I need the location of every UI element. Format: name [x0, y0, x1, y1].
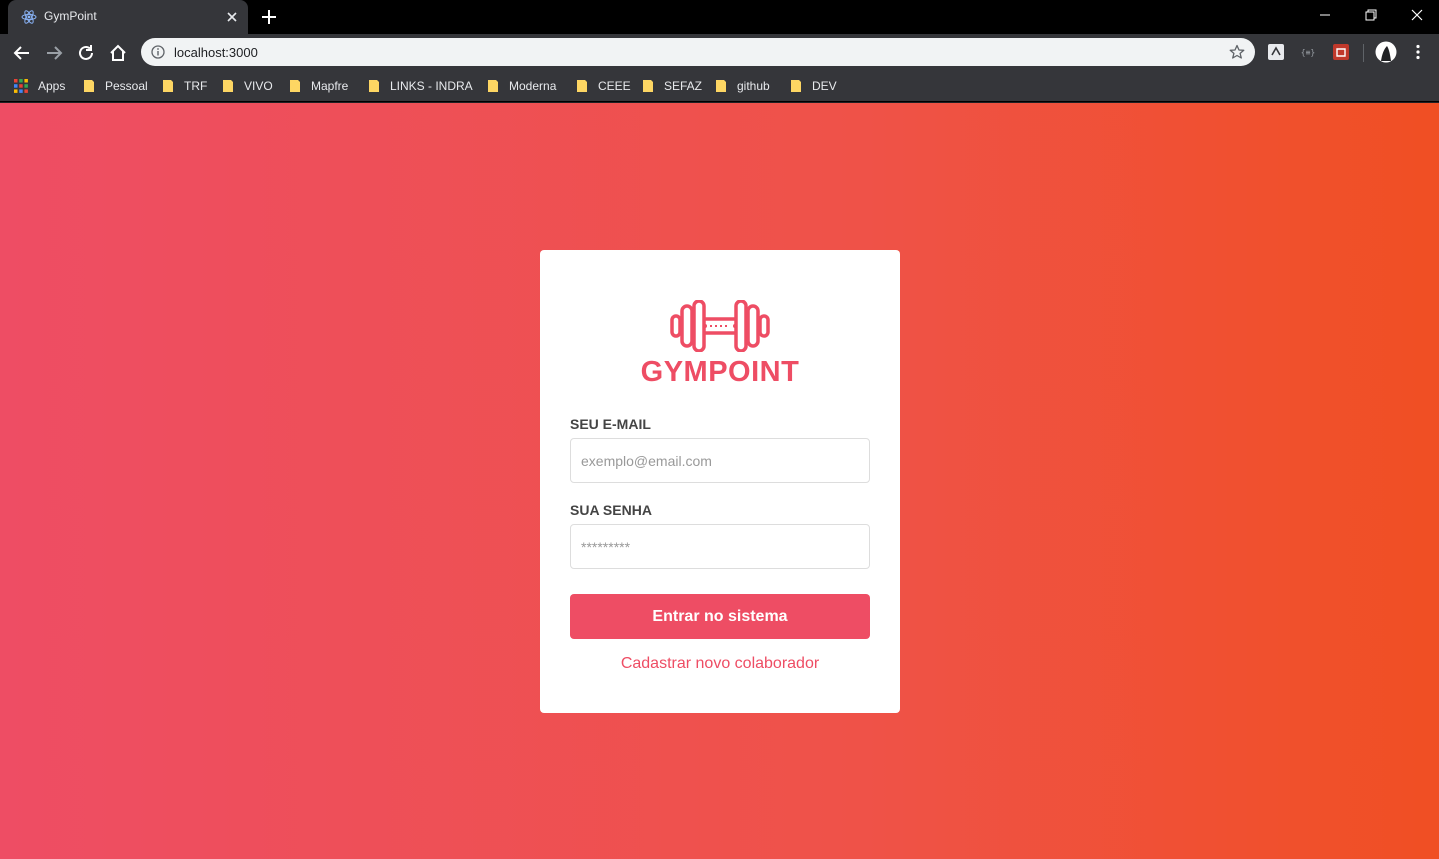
restore-icon — [1365, 9, 1377, 21]
puzzle-icon — [1333, 44, 1349, 60]
bookmark-folder[interactable]: VIVO — [222, 77, 273, 95]
folder-icon — [223, 80, 233, 92]
bookmark-folder[interactable]: TRF — [162, 77, 207, 95]
avatar-icon — [1375, 41, 1397, 63]
tab-strip: GymPoint — [0, 0, 1439, 34]
url-text: localhost:3000 — [174, 45, 258, 60]
browser-tab[interactable]: GymPoint — [8, 0, 248, 34]
email-label: SEU E-MAIL — [570, 416, 651, 432]
bookmark-label: Apps — [38, 79, 66, 93]
back-icon — [13, 46, 29, 60]
bookmark-label: LINKS - INDRA — [390, 79, 473, 93]
bookmark-apps[interactable]: Apps — [14, 77, 65, 95]
back-button[interactable] — [9, 40, 35, 66]
tab-title: GymPoint — [44, 9, 97, 23]
close-window-button[interactable] — [1394, 0, 1439, 30]
email-field[interactable] — [570, 438, 870, 483]
brand-title: GYMPOINT — [640, 356, 800, 388]
minimize-icon — [1320, 14, 1330, 16]
bookmark-label: TRF — [184, 79, 208, 93]
register-link[interactable]: Cadastrar novo colaborador — [540, 655, 900, 673]
login-button[interactable]: Entrar no sistema — [570, 594, 870, 639]
bookmark-label: CEEE — [598, 79, 631, 93]
reload-button[interactable] — [73, 40, 99, 66]
minimize-button[interactable] — [1302, 0, 1348, 30]
password-label: SUA SENHA — [570, 502, 652, 518]
password-field[interactable] — [570, 524, 870, 569]
folder-icon — [163, 80, 173, 92]
profile-avatar[interactable] — [1375, 41, 1397, 63]
bookmark-folder[interactable]: Mapfre — [289, 77, 348, 95]
folder-icon — [791, 80, 801, 92]
bookmark-label: Pessoal — [105, 79, 148, 93]
home-icon — [110, 44, 126, 61]
extension-icon — [1268, 44, 1284, 60]
home-button[interactable] — [105, 40, 131, 66]
menu-button[interactable] — [1409, 43, 1427, 61]
extension-1[interactable] — [1267, 43, 1285, 61]
restore-button[interactable] — [1348, 0, 1394, 30]
browser-toolbar: localhost:3000 {≡} — [0, 34, 1439, 71]
bookmarks-bar: Apps Pessoal TRF VIVO Mapfre LINKS - IND… — [0, 71, 1439, 102]
forward-icon — [47, 46, 63, 60]
folder-icon — [716, 80, 726, 92]
svg-text:{≡}: {≡} — [1301, 48, 1315, 57]
star-icon[interactable] — [1229, 44, 1245, 60]
forward-button[interactable] — [41, 40, 67, 66]
apps-grid-icon — [14, 79, 28, 93]
bookmark-label: SEFAZ — [664, 79, 703, 93]
menu-kebab-icon — [1416, 44, 1420, 60]
new-tab-icon[interactable] — [260, 8, 278, 26]
json-icon: {≡} — [1301, 48, 1315, 57]
folder-icon — [369, 80, 379, 92]
folder-icon — [84, 80, 94, 92]
close-tab-icon[interactable] — [224, 9, 240, 25]
bookmark-folder[interactable]: CEEE — [576, 77, 631, 95]
bookmark-folder[interactable]: LINKS - INDRA — [368, 77, 473, 95]
bookmark-label: Mapfre — [311, 79, 349, 93]
reload-icon — [79, 45, 93, 60]
folder-icon — [643, 80, 653, 92]
bookmark-label: VIVO — [244, 79, 273, 93]
bookmark-label: Moderna — [509, 79, 557, 93]
toolbar-separator — [1363, 44, 1364, 62]
bookmark-folder[interactable]: DEV — [790, 77, 837, 95]
dumbbell-logo-icon — [670, 300, 770, 352]
close-window-icon — [1411, 9, 1423, 21]
bookmark-folder[interactable]: github — [715, 77, 770, 95]
bookmark-folder[interactable]: Pessoal — [83, 77, 148, 95]
login-card: GYMPOINT SEU E-MAIL SUA SENHA Entrar no … — [540, 250, 900, 713]
extension-3[interactable] — [1332, 43, 1350, 61]
folder-icon — [290, 80, 300, 92]
bookmark-folder[interactable]: SEFAZ — [642, 77, 702, 95]
bookmark-label: DEV — [812, 79, 837, 93]
bookmark-folder[interactable]: Moderna — [487, 77, 556, 95]
react-favicon-icon — [21, 10, 37, 24]
folder-icon — [577, 80, 587, 92]
folder-icon — [488, 80, 498, 92]
extension-2[interactable]: {≡} — [1299, 43, 1317, 61]
page-background: GYMPOINT SEU E-MAIL SUA SENHA Entrar no … — [0, 103, 1439, 859]
info-icon[interactable] — [151, 45, 165, 59]
bookmark-label: github — [737, 79, 770, 93]
address-bar[interactable]: localhost:3000 — [141, 38, 1255, 66]
